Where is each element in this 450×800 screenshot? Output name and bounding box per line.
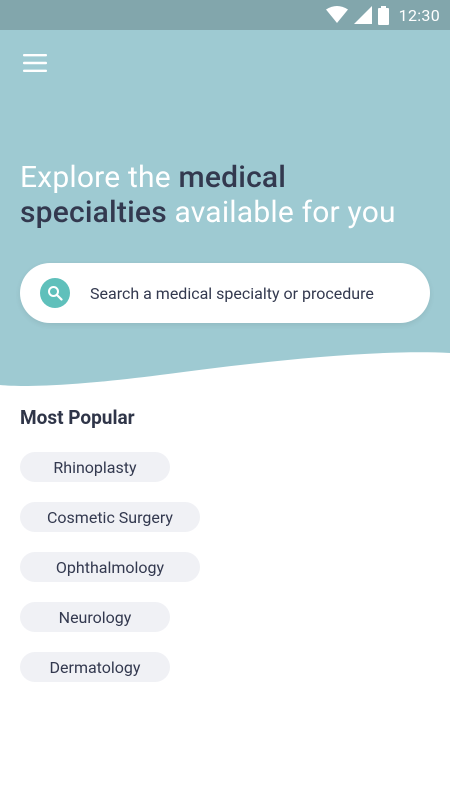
chip-neurology[interactable]: Neurology [20, 602, 170, 632]
popular-specialties-list: Rhinoplasty Cosmetic Surgery Ophthalmolo… [20, 452, 320, 702]
headline-emphasis-2: specialties [20, 195, 167, 230]
hamburger-menu-icon [23, 54, 47, 76]
search-bar[interactable] [20, 263, 430, 323]
menu-button[interactable] [14, 49, 56, 81]
headline-emphasis-1: medical [178, 160, 287, 195]
battery-icon [377, 5, 389, 25]
search-input[interactable] [90, 283, 420, 303]
cell-signal-icon [353, 6, 372, 24]
section-title-most-popular: Most Popular [20, 406, 135, 429]
search-icon[interactable] [40, 278, 70, 308]
headline-text-2: available for you [166, 195, 396, 230]
chip-dermatology[interactable]: Dermatology [20, 652, 170, 682]
status-bar: 12:30 [0, 0, 450, 30]
hero-headline: Explore the medical specialties available… [20, 160, 440, 230]
status-icons: 12:30 [325, 0, 440, 30]
status-time: 12:30 [398, 5, 440, 25]
chip-ophthalmology[interactable]: Ophthalmology [20, 552, 200, 582]
headline-text-1: Explore the [20, 160, 179, 195]
wifi-icon [325, 6, 348, 24]
chip-cosmetic-surgery[interactable]: Cosmetic Surgery [20, 502, 200, 532]
chip-rhinoplasty[interactable]: Rhinoplasty [20, 452, 170, 482]
